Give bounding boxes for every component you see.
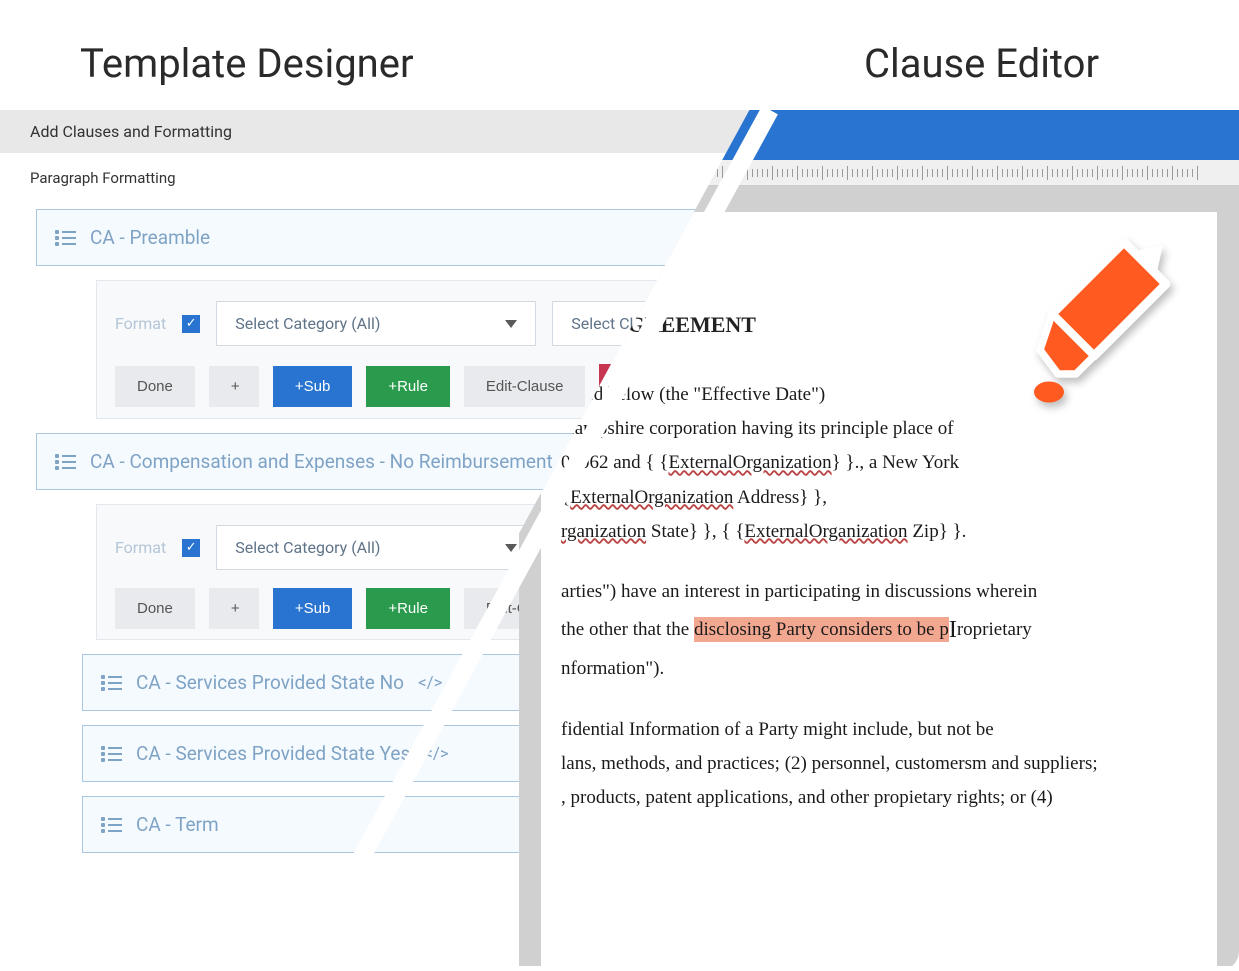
page-title-left: Template Designer bbox=[80, 40, 864, 87]
category-select[interactable]: Select Category (All) bbox=[216, 301, 536, 346]
add-button[interactable]: + bbox=[209, 366, 259, 407]
category-select-label: Select Category (All) bbox=[235, 314, 380, 333]
add-button[interactable]: + bbox=[209, 588, 259, 629]
format-checkbox[interactable]: ✓ bbox=[182, 539, 200, 557]
category-select[interactable]: Select Category (All) bbox=[216, 525, 536, 570]
list-icon bbox=[55, 454, 76, 470]
chevron-down-icon bbox=[505, 544, 517, 552]
clause-label: CA - Services Provided State Yes bbox=[136, 742, 410, 765]
category-select-label: Select Category (All) bbox=[235, 538, 380, 557]
chevron-down-icon bbox=[505, 320, 517, 328]
clause-label: CA - Services Provided State No bbox=[136, 671, 404, 694]
list-icon bbox=[101, 675, 122, 691]
clause-label: CA - Preamble bbox=[90, 226, 210, 249]
document-body[interactable]: igned below (the "Effective Date") Hamps… bbox=[561, 378, 1167, 815]
format-checkbox[interactable]: ✓ bbox=[182, 315, 200, 333]
format-label: Format bbox=[115, 314, 166, 333]
text-cursor-icon: I bbox=[949, 609, 957, 652]
list-icon bbox=[101, 817, 122, 833]
clause-label: CA - Term bbox=[136, 813, 219, 836]
done-button[interactable]: Done bbox=[115, 588, 195, 629]
add-sub-button[interactable]: +Sub bbox=[273, 366, 352, 407]
placeholder-org[interactable]: ExternalOrganization bbox=[668, 452, 831, 473]
highlighter-icon bbox=[1029, 230, 1189, 410]
page-title-right: Clause Editor bbox=[864, 40, 1159, 87]
edit-clause-button[interactable]: Edit-Clause bbox=[464, 366, 586, 407]
list-icon bbox=[101, 746, 122, 762]
placeholder-org[interactable]: ExternalOrganization bbox=[744, 521, 907, 542]
clause-label: CA - Compensation and Expenses - No Reim… bbox=[90, 450, 553, 473]
add-sub-button[interactable]: +Sub bbox=[273, 588, 352, 629]
placeholder-org[interactable]: rganization bbox=[561, 521, 646, 542]
code-tag-icon: </> bbox=[418, 673, 443, 693]
code-tag-icon: </> bbox=[424, 744, 449, 764]
placeholder-org[interactable]: ExternalOrganization bbox=[570, 487, 733, 508]
format-label: Format bbox=[115, 538, 166, 557]
highlighted-text[interactable]: disclosing Party considers to be p bbox=[694, 617, 949, 642]
list-icon bbox=[55, 230, 76, 246]
done-button[interactable]: Done bbox=[115, 366, 195, 407]
add-rule-button[interactable]: +Rule bbox=[366, 588, 450, 629]
add-rule-button[interactable]: +Rule bbox=[366, 366, 450, 407]
